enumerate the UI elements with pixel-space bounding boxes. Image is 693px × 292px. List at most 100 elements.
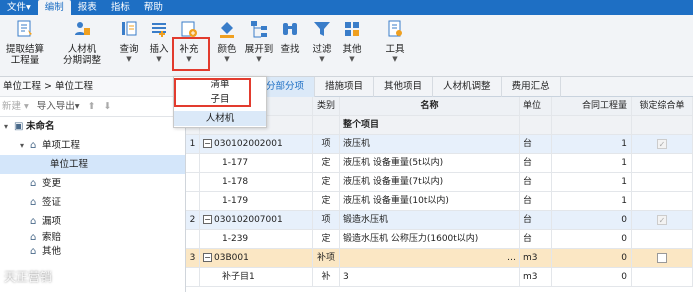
tree-item[interactable]: ▾ ▣ 未命名	[0, 117, 185, 136]
extract-quantity-button[interactable]: 提取结算 工程量	[2, 19, 48, 66]
tab-rcj-adjust[interactable]: 人材机调整	[433, 77, 502, 97]
cell-code[interactable]: −030102007001	[200, 211, 313, 230]
find-button[interactable]: 查找	[279, 19, 301, 55]
more-icon[interactable]: …	[507, 249, 516, 268]
column-header[interactable]: 锁定综合单	[632, 97, 693, 116]
tab-other-items[interactable]: 其他项目	[374, 77, 434, 97]
tools-button[interactable]: 工具 ▼	[382, 19, 408, 63]
cell-unit[interactable]: m3	[520, 249, 552, 268]
cell-code[interactable]: 1-177	[200, 154, 313, 173]
cell-qty[interactable]: 1	[552, 173, 632, 192]
import-export-button[interactable]: 导入导出▾	[37, 97, 80, 116]
other-button[interactable]: 其他 ▼	[339, 19, 365, 63]
table-row[interactable]: 补子目1 补 3 m3 0	[186, 268, 693, 287]
cell-name[interactable]: 液压机 设备重量(7t以内)	[340, 173, 520, 192]
column-header[interactable]: 名称	[340, 97, 520, 116]
cell-qty[interactable]: 0	[552, 268, 632, 287]
column-header[interactable]: 单位	[520, 97, 552, 116]
table-row[interactable]: 1-177 定液压机 设备重量(5t以内) 台 1	[186, 154, 693, 173]
column-header[interactable]: 合同工程量	[552, 97, 632, 116]
cell-no[interactable]	[186, 154, 200, 173]
tree-item[interactable]: ▾ ⌂ 单项工程	[0, 136, 185, 155]
cell-code[interactable]: −03B001	[200, 249, 313, 268]
cell-qty[interactable]: 1	[552, 154, 632, 173]
new-button[interactable]: 新建 ▾	[2, 97, 29, 116]
filter-button[interactable]: 过滤 ▼	[309, 19, 335, 63]
cell-unit[interactable]: 台	[520, 154, 552, 173]
cell-code[interactable]: 1-239	[200, 230, 313, 249]
cell-code[interactable]: 1-179	[200, 192, 313, 211]
cell-name[interactable]: 整个项目	[340, 116, 520, 135]
tree-item[interactable]: ⌂ 漏项	[0, 212, 185, 231]
lock-checkbox[interactable]	[657, 252, 667, 263]
query-button[interactable]: 查询 ▼	[117, 19, 141, 63]
table-row[interactable]: 1-239 定锻造水压机 公称压力(1600t以内) 台 0	[186, 230, 693, 249]
collapse-icon[interactable]: −	[203, 215, 212, 224]
cell-type[interactable]: 项	[313, 135, 340, 154]
table-row[interactable]: 1−030102002001 项液压机台 1	[186, 135, 693, 154]
expand-to-button[interactable]: 展开到 ▼	[243, 19, 275, 63]
cell-unit[interactable]: m3	[520, 268, 552, 287]
table-row[interactable]: 1-178 定液压机 设备重量(7t以内) 台 1	[186, 173, 693, 192]
cell-name[interactable]: 锻造水压机	[340, 211, 520, 230]
rcj-adjust-button[interactable]: 人材机 分期调整	[60, 19, 104, 66]
cell-code[interactable]: 1-178	[200, 173, 313, 192]
tree-item[interactable]: ⌂ 签证	[0, 193, 185, 212]
cell-qty[interactable]: 1	[552, 192, 632, 211]
lock-checkbox[interactable]	[657, 138, 667, 149]
cell-unit[interactable]: 台	[520, 135, 552, 154]
cell-qty[interactable]: 0	[552, 249, 632, 268]
cell-code[interactable]: −030102002001	[200, 135, 313, 154]
cell-type[interactable]: 补	[313, 268, 340, 287]
cell-no[interactable]	[186, 230, 200, 249]
lock-checkbox[interactable]	[657, 214, 667, 225]
cell-qty[interactable]: 0	[552, 211, 632, 230]
menu-help[interactable]: 帮助	[137, 0, 170, 15]
cell-no[interactable]: 3	[186, 249, 200, 268]
menu-index[interactable]: 指标	[104, 0, 137, 15]
menu-edit[interactable]: 编制	[37, 0, 71, 15]
table-row[interactable]: 1-179 定液压机 设备重量(10t以内) 台 1	[186, 192, 693, 211]
cell-code[interactable]: 补子目1	[200, 268, 313, 287]
cell-name[interactable]: 锻造水压机 公称压力(1600t以内)	[340, 230, 520, 249]
cell-no[interactable]	[186, 173, 200, 192]
tree-item[interactable]: ⌂ 变更	[0, 174, 185, 193]
tree-item[interactable]: ⌂ 索赔	[0, 231, 185, 245]
menu-file[interactable]: 文件▾	[0, 0, 38, 15]
cell-unit[interactable]	[520, 116, 552, 135]
collapse-icon[interactable]: −	[203, 253, 212, 262]
cell-type[interactable]: 项	[313, 211, 340, 230]
cell-unit[interactable]: 台	[520, 173, 552, 192]
cell-no[interactable]: 1	[186, 135, 200, 154]
cell-type[interactable]: 定	[313, 192, 340, 211]
tree-toggle-icon[interactable]: ▾	[4, 117, 14, 136]
tab-measures[interactable]: 措施项目	[315, 77, 375, 97]
cell-no[interactable]	[186, 192, 200, 211]
cell-type[interactable]: 定	[313, 154, 340, 173]
cell-unit[interactable]: 台	[520, 211, 552, 230]
cell-unit[interactable]: 台	[520, 230, 552, 249]
cell-no[interactable]: 2	[186, 211, 200, 230]
tree-toggle-icon[interactable]: ▾	[20, 136, 30, 155]
tree-item[interactable]: ⌂ 其他	[0, 245, 185, 259]
cell-qty[interactable]: 1	[552, 135, 632, 154]
move-down-icon[interactable]: ⬇	[104, 97, 112, 116]
column-header[interactable]: 类别	[313, 97, 340, 116]
tab-fee-summary[interactable]: 费用汇总	[502, 77, 561, 97]
cell-type[interactable]: 补项	[313, 249, 340, 268]
cell-name[interactable]: 3	[340, 268, 520, 287]
cell-name[interactable]: 液压机 设备重量(10t以内)	[340, 192, 520, 211]
cell-type[interactable]	[313, 116, 340, 135]
move-up-icon[interactable]: ⬆	[88, 97, 96, 116]
cell-name[interactable]: 液压机 设备重量(5t以内)	[340, 154, 520, 173]
cell-type[interactable]: 定	[313, 230, 340, 249]
tree-item[interactable]: 单位工程	[0, 155, 185, 174]
cell-no[interactable]	[186, 268, 200, 287]
cell-unit[interactable]: 台	[520, 192, 552, 211]
dropdown-item-rcj[interactable]: 人材机	[174, 111, 266, 126]
cell-qty[interactable]: 0	[552, 230, 632, 249]
color-button[interactable]: 颜色 ▼	[214, 19, 240, 63]
cell-name[interactable]: …	[340, 249, 520, 268]
table-row[interactable]: 3−03B001 补项 … m3 0	[186, 249, 693, 268]
collapse-icon[interactable]: −	[203, 139, 212, 148]
